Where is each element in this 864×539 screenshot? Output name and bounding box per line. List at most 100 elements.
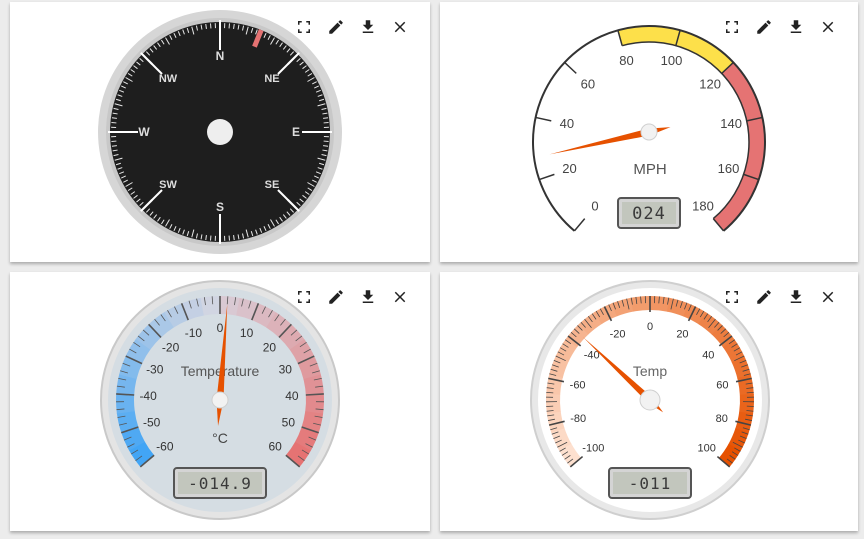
- temp-title: Temp: [633, 363, 667, 379]
- close-button[interactable]: [384, 286, 416, 308]
- compass-label-n: N: [216, 49, 225, 63]
- temp-tick: [546, 391, 554, 394]
- temperature-band-segment: [200, 296, 221, 316]
- close-button[interactable]: [812, 16, 844, 38]
- edit-icon: [329, 20, 343, 34]
- compass-tick: [323, 145, 329, 147]
- temp-tick: [746, 391, 754, 394]
- temp-gauge: -100-80-60-40-20020406080100 Temp -011: [530, 280, 770, 520]
- close-icon: [822, 21, 834, 33]
- speedometer-scale-label: 40: [560, 116, 574, 131]
- speedometer-toolbar: [716, 16, 844, 38]
- temp-scale-label: -80: [570, 413, 586, 425]
- compass-hub: [207, 119, 233, 145]
- temperature-scale-label: 0: [217, 321, 224, 335]
- speedometer-scale-label: 80: [619, 53, 633, 68]
- speedometer-band: [713, 62, 765, 231]
- compass-tick: [111, 145, 117, 147]
- fullscreen-button[interactable]: [716, 16, 748, 38]
- close-icon: [394, 21, 406, 33]
- temperature-scale-label: 10: [240, 326, 254, 340]
- speedometer-tick: [535, 116, 552, 122]
- temperature-unit: °C: [212, 430, 228, 446]
- temperature-scale-label: 40: [285, 389, 299, 403]
- speedometer-tick: [573, 218, 586, 232]
- speedometer-needle-shape-hub: [640, 123, 658, 141]
- temperature-scale-label: -10: [185, 326, 203, 340]
- temperature-band-segment: [116, 393, 135, 414]
- download-button[interactable]: [352, 286, 384, 308]
- speedometer-unit: MPH: [633, 161, 666, 178]
- compass-label-sw: SW: [159, 179, 177, 191]
- temperature-scale-label: 60: [268, 439, 282, 453]
- temperature-scale-label: 20: [263, 341, 277, 355]
- compass-tick: [205, 235, 207, 241]
- speedometer-scale-label: 60: [581, 76, 595, 91]
- speedometer-scale-label: 100: [661, 53, 683, 68]
- speedometer-card: 0 20 40 60 80 100 120 140 160 180 MPH 024: [440, 2, 858, 262]
- close-icon: [394, 291, 406, 303]
- temperature-scale-label: -60: [156, 439, 174, 453]
- download-button[interactable]: [780, 16, 812, 38]
- compass-tick: [233, 23, 235, 29]
- download-icon: [362, 290, 374, 303]
- temp-scale-label: -20: [610, 328, 626, 340]
- compass-label-nw: NW: [159, 73, 178, 85]
- download-button[interactable]: [780, 286, 812, 308]
- speedometer-gauge: 0 20 40 60 80 100 120 140 160 180 MPH 024: [532, 25, 766, 232]
- compass-label-se: SE: [265, 179, 280, 191]
- temperature-tick: [116, 393, 135, 396]
- temp-scale-label: 100: [698, 443, 716, 455]
- fullscreen-button[interactable]: [288, 286, 320, 308]
- temp-scale-label: -100: [582, 443, 604, 455]
- speedometer-scale-label: 160: [718, 161, 740, 176]
- close-icon: [822, 291, 834, 303]
- temp-toolbar: [716, 286, 844, 308]
- compass-label-s: S: [216, 200, 224, 214]
- speedometer-scale-label: 0: [591, 198, 598, 213]
- download-button[interactable]: [352, 16, 384, 38]
- fullscreen-button[interactable]: [288, 16, 320, 38]
- temp-scale-label: 80: [716, 413, 728, 425]
- temperature-tick: [305, 393, 324, 396]
- close-button[interactable]: [812, 286, 844, 308]
- speedometer-scale-label: 20: [562, 161, 576, 176]
- temperature-toolbar: [288, 286, 416, 308]
- fullscreen-button[interactable]: [716, 286, 748, 308]
- temperature-scale-label: 30: [279, 363, 293, 377]
- fullscreen-icon: [298, 21, 310, 33]
- temperature-scale-label: -50: [143, 416, 161, 430]
- temp-band-segment: [650, 296, 671, 312]
- temperature-card: -60-50-40-30-20-100102030405060 Temperat…: [10, 272, 430, 531]
- fullscreen-icon: [726, 291, 738, 303]
- fullscreen-icon: [298, 291, 310, 303]
- compass-tick: [233, 235, 235, 241]
- compass-tick: [205, 23, 207, 29]
- edit-icon: [757, 290, 771, 304]
- download-icon: [790, 20, 802, 33]
- edit-button[interactable]: [320, 286, 352, 308]
- edit-button[interactable]: [320, 16, 352, 38]
- edit-button[interactable]: [748, 16, 780, 38]
- temperature-band-segment: [305, 393, 324, 415]
- compass-tick: [323, 117, 329, 119]
- temp-scale-label: 20: [676, 328, 688, 340]
- temperature-scale-label: -30: [146, 363, 164, 377]
- compass-toolbar: [288, 16, 416, 38]
- speedometer-scale-label: 120: [699, 76, 721, 91]
- compass-tick: [111, 117, 117, 119]
- edit-button[interactable]: [748, 286, 780, 308]
- temp-card: -100 -80 -60 -40 -20 0 20 40 60 80 100 Temp -011: [440, 272, 858, 531]
- temperature-lcd-value: -014.9: [188, 474, 252, 493]
- download-icon: [790, 290, 802, 303]
- temperature-scale-label: -40: [139, 389, 157, 403]
- close-button[interactable]: [384, 16, 416, 38]
- compass-card: N NE E SE S SW W NW: [10, 2, 430, 262]
- speedometer-tick: [564, 61, 577, 74]
- temperature-gauge: -60-50-40-30-20-100102030405060 Temperat…: [100, 280, 340, 520]
- speedometer-scale-label: 140: [720, 116, 742, 131]
- speedometer-scale-label: 180: [692, 198, 714, 213]
- temp-scale-label: 0: [647, 321, 653, 333]
- compass-label-e: E: [292, 125, 300, 139]
- temp-lcd-value: -011: [629, 474, 672, 493]
